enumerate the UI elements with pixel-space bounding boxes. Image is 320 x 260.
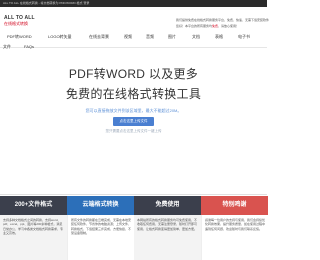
nav-item-document[interactable]: 文档 [192,34,200,40]
notice-free-suffix: ，请放心使用！ [218,24,240,28]
main-nav: PDF转WORD LOGO转矢量 在线去背景 视频 音频 图片 文档 表格 电子… [0,30,267,49]
drag-hint: 您只需要点击这里上传文件一键上传 [105,129,162,133]
feature-card-thanks: 特别鸣谢 感谢每一位用户的支持与使用，我们会持续优化转换效果，提升服务质量，如在… [201,196,268,260]
site-header: ALL TO ALL 在线格式转换 我们提供免费在线格式转换服务平台，免费、快速… [0,7,270,30]
feature-card-cloud: 云端格式转换 所有文件的转换都在云端完成，无需在本地安装任何软件，节省你的电脑资… [67,196,134,260]
feature-description: 支持多种文档格式之间的转换，支持word、pdf、excel、ppt、图片等20… [0,215,67,260]
hero-title: PDF转WORD 以及更多 [68,67,199,81]
top-bar: ALL TO ALL 在线格式转换 - 将文档转换为 PDF/WORD 格式 登… [0,0,267,7]
upload-hint: 您可以直接拖放文件到该区域里，最大不能超过20M。 [85,108,182,113]
notice-free-prefix: 您好！本平台的所有服务均 [176,24,213,28]
feature-title: 免费使用 [134,196,201,215]
feature-card-formats: 200+文件格式 支持多种文档格式之间的转换，支持word、pdf、excel、… [0,196,67,260]
header-notice: 我们提供免费在线格式转换服务平台，免费、快速、无需下载安装软件 [176,18,270,22]
header-notice-free: 您好！本平台的所有服务均免费，请放心使用！ [176,24,239,28]
upload-file-button[interactable]: 点击这里上传文件 [113,117,154,126]
hero-subtitle: 免费的在线格式转换工具 [65,87,202,101]
feature-description: 所有文件的转换都在云端完成，无需在本地安装任何软件，节省你的电脑资源；上传文件、… [67,215,134,260]
feature-description: 感谢每一位用户的支持与使用，我们会持续优化转换效果，提升服务质量，如在使用过程中… [201,215,268,260]
nav-item-remove-bg[interactable]: 在线去背景 [89,34,109,40]
nav-item-logo-vector[interactable]: LOGO转矢量 [48,34,72,40]
site-logo[interactable]: ALL TO ALL 在线格式转换 [4,16,35,27]
top-bar-text: ALL TO ALL 在线格式转换 - 将文档转换为 PDF/WORD 格式 登… [3,1,90,5]
feature-description: 本网站所有的格式转换服务均可免费使用，不收取任何费用，无需注册登录，随时打开即可… [134,215,201,260]
logo-subtitle: 在线格式转换 [4,21,28,26]
nav-item-image[interactable]: 图片 [168,34,176,40]
feature-title: 云端格式转换 [67,196,134,215]
nav-item-video[interactable]: 视频 [124,34,132,40]
section-divider [0,194,267,195]
nav-item-audio[interactable]: 音频 [146,34,154,40]
nav-item-ebook[interactable]: 电子书 [238,34,250,40]
feature-title: 特别鸣谢 [201,196,268,215]
feature-title: 200+文件格式 [0,196,67,215]
nav-item-spreadsheet[interactable]: 表格 [215,34,223,40]
feature-card-free: 免费使用 本网站所有的格式转换服务均可免费使用，不收取任何费用，无需注册登录，随… [134,196,201,260]
nav-item-pdf-to-word[interactable]: PDF转WORD [7,34,32,40]
